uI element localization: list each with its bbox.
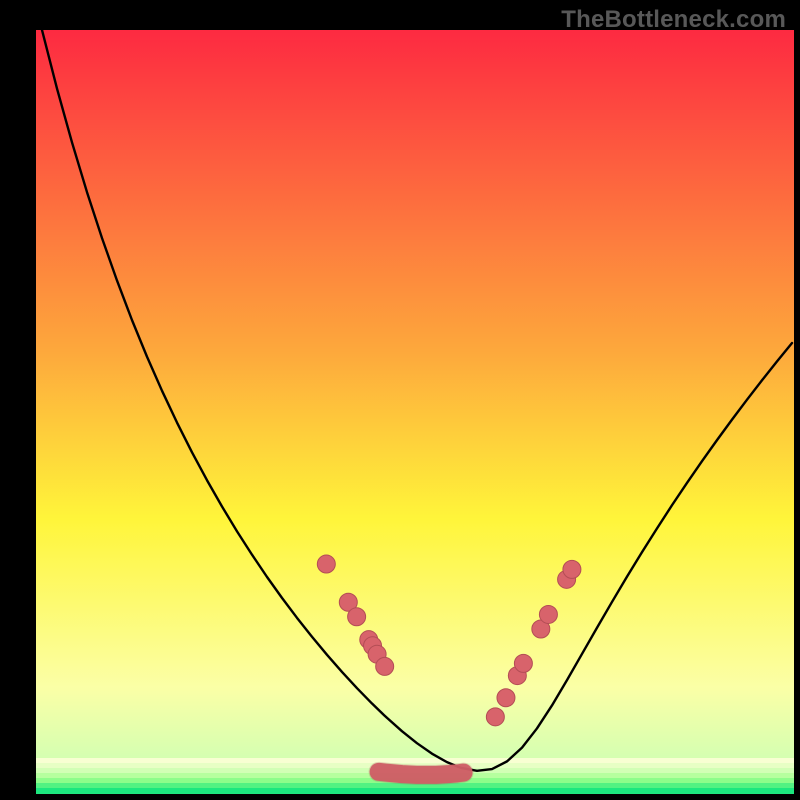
plot-area — [36, 30, 794, 794]
watermark-text: TheBottleneck.com — [561, 6, 786, 34]
chart-container: TheBottleneck.com — [0, 0, 800, 800]
chart-svg — [36, 30, 794, 794]
